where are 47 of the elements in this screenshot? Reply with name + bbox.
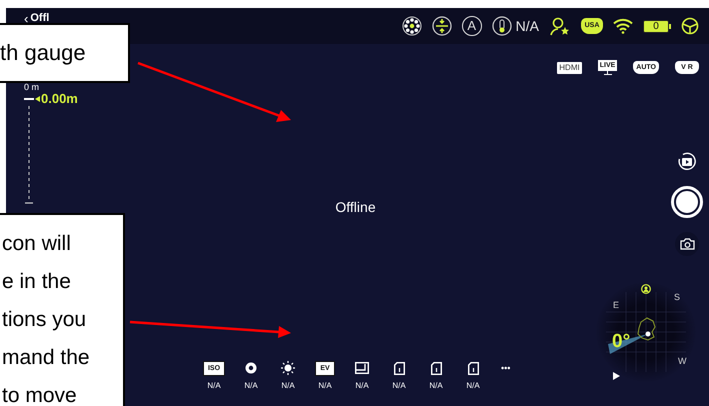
callout-text: e in the [2,269,72,295]
shutter-button[interactable] [671,186,703,218]
setting-value[interactable]: N/A [281,381,295,390]
compass-direction: E [613,300,620,310]
setting-value[interactable]: N/A [429,381,443,390]
camera-button[interactable] [675,232,699,256]
temperature-text: N/A [516,16,539,36]
setting-value[interactable]: N/A [244,381,258,390]
callout-text: tions you [2,307,88,333]
setting-value[interactable]: N/A [355,381,369,390]
steering-wheel-icon [681,17,699,35]
setting-value[interactable]: N/A [392,381,406,390]
lights-icon [402,16,422,36]
depth-scale-label: 0 m [24,82,40,92]
playback-icon[interactable] [677,152,697,172]
back-chevron-icon[interactable]: ‹ [24,12,28,25]
memory-card-icon [430,362,442,374]
screen-title: Offl [30,12,50,24]
callout-text: con will [2,231,72,257]
mode-letter-icon: A [462,16,482,36]
north-marker-icon [613,372,620,380]
drone-position-icon [637,317,656,341]
wifi-icon [613,18,633,34]
callout-text: th gauge [0,40,86,66]
hdmi-badge[interactable]: HDMI [557,62,582,74]
brightness-icon [281,361,295,375]
level-icon [432,16,452,36]
setting-value[interactable]: N/A [318,381,332,390]
compass-direction: S [674,292,680,302]
depth-pointer-icon [35,96,40,102]
status-message: Offline [335,198,376,216]
callout-text: to move [2,383,78,406]
aperture-icon [245,362,257,374]
user-location-icon [641,284,651,294]
memory-card-icon [394,362,404,374]
memory-card-icon [468,362,478,374]
callout-text: mand the [2,345,91,371]
more-button[interactable]: ••• [501,361,510,375]
depth-reading: 0.00m [41,92,78,106]
camera-icon [680,238,694,250]
thermometer-icon [492,16,512,36]
compass-direction: W [678,356,686,366]
setting-value[interactable]: N/A [207,381,221,390]
setting-value[interactable]: N/A [466,381,480,390]
person-star-icon [549,16,571,36]
frame-icon [355,362,369,374]
battery-indicator: 0 [643,20,671,32]
